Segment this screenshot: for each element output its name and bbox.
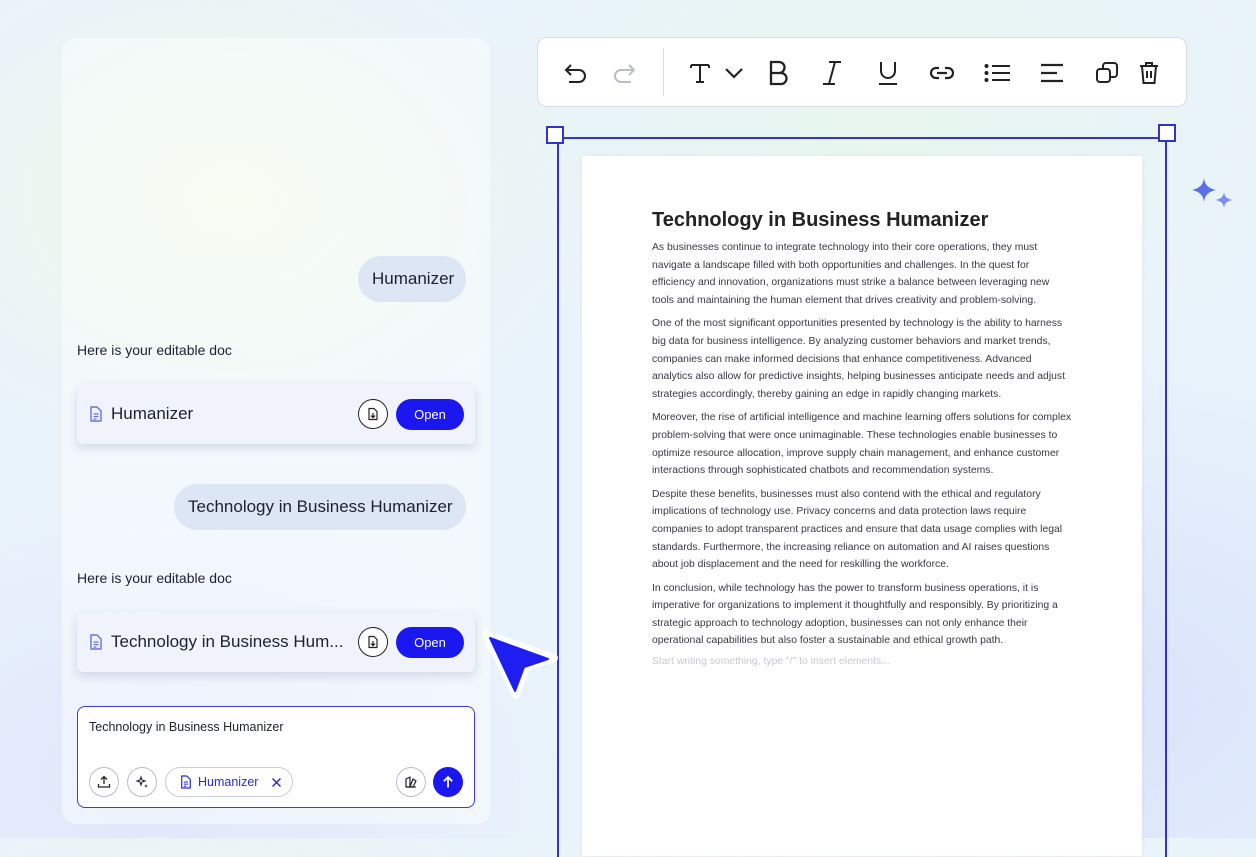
- resize-handle[interactable]: [1158, 124, 1176, 142]
- palette-icon: [405, 776, 417, 788]
- doc-card-title: Technology in Business Hum...: [111, 632, 344, 651]
- doc-card[interactable]: Humanizer Open: [77, 384, 475, 444]
- attached-doc-chip[interactable]: Humanizer: [165, 767, 293, 797]
- send-button[interactable]: [433, 767, 463, 797]
- paragraph[interactable]: One of the most significant opportunitie…: [652, 315, 1072, 403]
- italic-button[interactable]: [818, 59, 846, 87]
- redo-button[interactable]: [610, 59, 638, 87]
- user-message: Humanizer: [358, 256, 466, 302]
- link-button[interactable]: [928, 59, 956, 87]
- download-button[interactable]: [358, 627, 388, 657]
- upload-icon: [97, 775, 111, 788]
- link-icon: [929, 66, 955, 80]
- chat-panel: Humanizer Here is your editable doc Huma…: [62, 38, 490, 824]
- editor-toolbar: [537, 37, 1187, 107]
- open-button[interactable]: Open: [396, 398, 464, 430]
- chevron-down-icon: [725, 68, 743, 79]
- chip-label: Humanizer: [198, 775, 259, 789]
- sparkle-icon: [135, 775, 148, 788]
- redo-icon: [614, 64, 636, 83]
- close-icon[interactable]: [271, 777, 282, 788]
- download-icon: [368, 635, 378, 649]
- editor-placeholder[interactable]: Start writing something, type "/" to ins…: [652, 656, 1072, 667]
- document-icon: [90, 406, 102, 422]
- align-button[interactable]: [1038, 59, 1066, 87]
- delete-icon: [1140, 62, 1158, 84]
- document-icon: [90, 634, 102, 650]
- user-message: Technology in Business Humanizer: [174, 484, 466, 530]
- duplicate-icon: [1096, 62, 1118, 83]
- italic-icon: [823, 61, 841, 85]
- duplicate-button[interactable]: [1093, 59, 1121, 87]
- resize-handle[interactable]: [546, 126, 564, 144]
- chat-input[interactable]: Technology in Business Humanizer Humaniz…: [77, 706, 475, 808]
- paragraph[interactable]: As businesses continue to integrate tech…: [652, 239, 1072, 309]
- document-icon: [181, 775, 191, 789]
- paragraph[interactable]: In conclusion, while technology has the …: [652, 580, 1072, 650]
- doc-card[interactable]: Technology in Business Hum... Open: [77, 612, 475, 672]
- paragraph[interactable]: Moreover, the rise of artificial intelli…: [652, 409, 1072, 479]
- magic-button[interactable]: [127, 767, 157, 797]
- paragraph[interactable]: Despite these benefits, businesses must …: [652, 486, 1072, 574]
- upload-button[interactable]: [89, 767, 119, 797]
- text-style-icon: [690, 64, 710, 83]
- bold-icon: [769, 60, 788, 86]
- bold-button[interactable]: [764, 59, 792, 87]
- document-title[interactable]: Technology in Business Humanizer: [652, 209, 988, 232]
- document-body[interactable]: As businesses continue to integrate tech…: [652, 239, 1072, 667]
- pointer-cursor-icon: [482, 630, 558, 699]
- bullet-list-icon: [984, 64, 1010, 82]
- assistant-message: Here is your editable doc: [77, 342, 232, 358]
- document-page[interactable]: Technology in Business Humanizer As busi…: [582, 156, 1142, 856]
- doc-card-title: Humanizer: [111, 404, 194, 423]
- delete-button[interactable]: [1135, 59, 1163, 87]
- chat-input-text[interactable]: Technology in Business Humanizer: [89, 720, 284, 734]
- underline-icon: [879, 62, 897, 85]
- open-button[interactable]: Open: [396, 626, 464, 658]
- text-style-button[interactable]: [686, 59, 714, 87]
- download-icon: [368, 407, 378, 421]
- toolbar-divider: [663, 48, 664, 96]
- assistant-message: Here is your editable doc: [77, 570, 232, 586]
- underline-button[interactable]: [874, 59, 902, 87]
- download-button[interactable]: [358, 399, 388, 429]
- bullet-list-button[interactable]: [983, 59, 1011, 87]
- undo-icon: [564, 64, 586, 83]
- model-button[interactable]: [396, 767, 426, 797]
- arrow-up-icon: [443, 775, 453, 788]
- sparkle-icon: [1192, 178, 1233, 208]
- text-style-dropdown[interactable]: [720, 59, 748, 87]
- align-icon: [1041, 63, 1063, 83]
- undo-button[interactable]: [562, 59, 590, 87]
